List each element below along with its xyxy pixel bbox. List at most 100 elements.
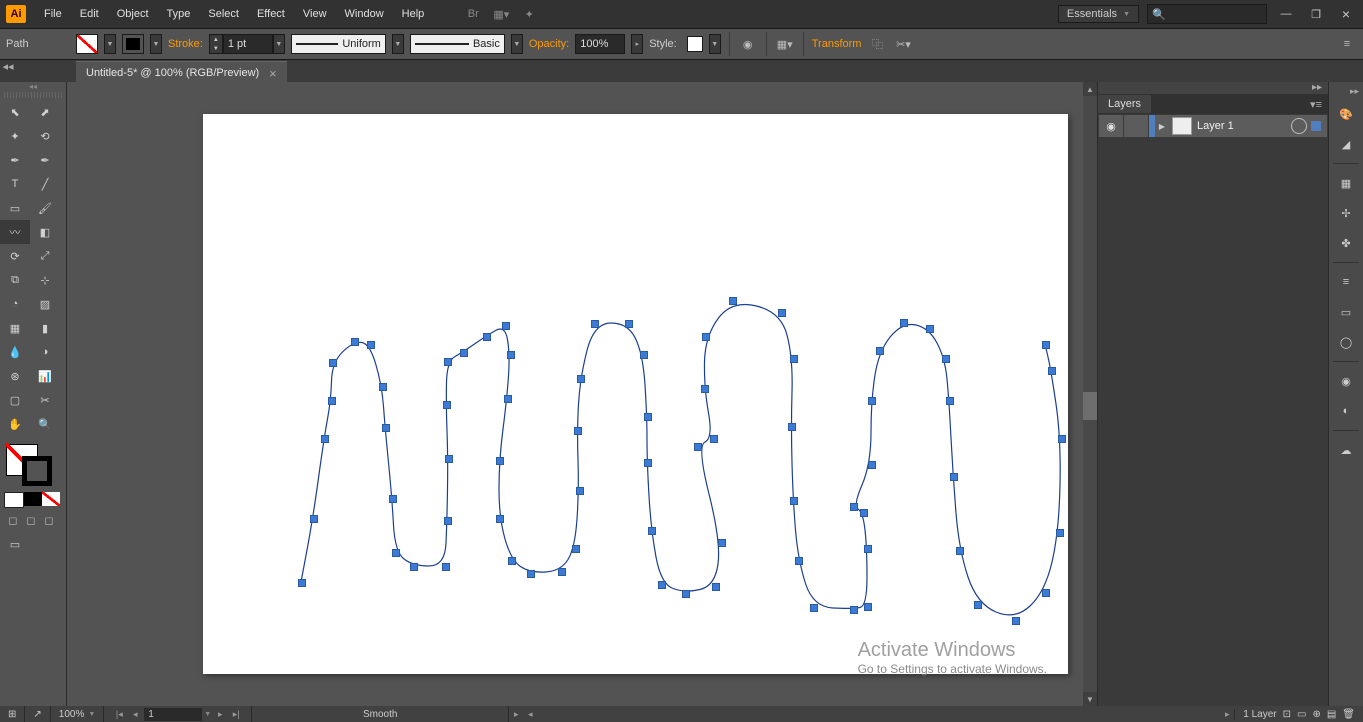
anchor-point[interactable] <box>1012 617 1020 625</box>
layer-expand-icon[interactable]: ▶ <box>1155 122 1169 131</box>
vertical-scrollbar-track[interactable] <box>1083 96 1097 692</box>
curvature-tool[interactable]: ✒ <box>30 148 60 172</box>
eyedropper-tool[interactable]: 💧 <box>0 340 30 364</box>
anchor-point[interactable] <box>1056 529 1064 537</box>
anchor-point[interactable] <box>790 497 798 505</box>
select-similar-icon[interactable]: ✂▾ <box>893 34 913 54</box>
selection-tool[interactable]: ⬉ <box>0 100 30 124</box>
column-graph-tool[interactable]: 📊 <box>30 364 60 388</box>
libraries-panel-icon[interactable]: ☁ <box>1333 437 1359 463</box>
blend-tool[interactable]: ◑ <box>30 340 60 364</box>
anchor-point[interactable] <box>483 333 491 341</box>
anchor-point[interactable] <box>351 338 359 346</box>
new-layer-icon[interactable]: ▤ <box>1327 709 1336 720</box>
anchor-point[interactable] <box>658 581 666 589</box>
stroke-dropdown[interactable]: ▼ <box>150 34 162 54</box>
delete-layer-icon[interactable]: 🗑 <box>1342 709 1355 720</box>
anchor-point[interactable] <box>1042 589 1050 597</box>
anchor-point[interactable] <box>860 509 868 517</box>
smooth-tool[interactable]: 〰 <box>0 220 30 244</box>
anchor-point[interactable] <box>328 397 336 405</box>
close-button[interactable]: × <box>1335 7 1357 21</box>
anchor-point[interactable] <box>682 590 690 598</box>
gradient-tool[interactable]: ▮ <box>30 316 60 340</box>
anchor-point[interactable] <box>795 557 803 565</box>
gpu-preview-icon[interactable]: ✦ <box>520 5 538 23</box>
anchor-point[interactable] <box>788 423 796 431</box>
fill-dropdown[interactable]: ▼ <box>104 34 116 54</box>
anchor-point[interactable] <box>694 443 702 451</box>
anchor-point[interactable] <box>868 397 876 405</box>
draw-normal-icon[interactable]: ◻ <box>4 512 22 528</box>
anchor-point[interactable] <box>527 570 535 578</box>
recolor-artwork-icon[interactable]: ◉ <box>738 34 758 54</box>
visibility-toggle-icon[interactable]: ◉ <box>1099 115 1124 137</box>
profile-dropdown[interactable]: ▼ <box>392 34 404 54</box>
hand-tool[interactable]: ✋ <box>0 412 30 436</box>
current-tool-display[interactable]: Smooth <box>252 706 509 722</box>
stroke-indicator[interactable] <box>22 456 52 486</box>
anchor-point[interactable] <box>574 427 582 435</box>
make-clipping-mask-icon[interactable]: ▭ <box>1297 709 1306 720</box>
anchor-point[interactable] <box>445 455 453 463</box>
anchor-point[interactable] <box>956 547 964 555</box>
status-scroll-right-icon[interactable]: ▸ <box>509 707 523 721</box>
transform-label[interactable]: Transform <box>812 38 862 50</box>
menu-help[interactable]: Help <box>394 4 433 24</box>
anchor-point[interactable] <box>710 435 718 443</box>
gradient-mode-icon[interactable] <box>24 492 42 506</box>
free-transform-tool[interactable]: ⊹ <box>30 268 60 292</box>
panel-menu-icon[interactable]: ▾≡ <box>1304 98 1328 111</box>
anchor-point[interactable] <box>946 397 954 405</box>
anchor-point[interactable] <box>926 325 934 333</box>
menu-select[interactable]: Select <box>200 4 247 24</box>
anchor-point[interactable] <box>778 309 786 317</box>
document-tab[interactable]: Untitled-5* @ 100% (RGB/Preview) × <box>76 61 287 84</box>
artboard[interactable] <box>203 114 1068 674</box>
artboard-tool[interactable]: ▢ <box>0 388 30 412</box>
anchor-point[interactable] <box>558 568 566 576</box>
rotate-tool[interactable]: ⟳ <box>0 244 30 268</box>
anchor-point[interactable] <box>389 495 397 503</box>
target-icon[interactable] <box>1291 118 1307 134</box>
anchor-point[interactable] <box>392 549 400 557</box>
line-segment-tool[interactable]: ╱ <box>30 172 60 196</box>
gradient-panel-icon[interactable]: ▭ <box>1333 299 1359 325</box>
minimize-button[interactable]: — <box>1275 7 1297 21</box>
anchor-point[interactable] <box>876 347 884 355</box>
anchor-point[interactable] <box>950 473 958 481</box>
last-artboard-icon[interactable]: ▸| <box>229 707 243 721</box>
eraser-tool[interactable]: ◧ <box>30 220 60 244</box>
scroll-up-icon[interactable]: ▲ <box>1083 82 1097 96</box>
align-icon[interactable]: ▦▾ <box>775 34 795 54</box>
status-icon-1[interactable]: ⊞ <box>0 706 25 722</box>
anchor-point[interactable] <box>864 545 872 553</box>
anchor-point[interactable] <box>321 435 329 443</box>
anchor-point[interactable] <box>576 487 584 495</box>
artboard-number-input[interactable]: 1 <box>144 708 202 721</box>
toolbox-drag-handle[interactable] <box>4 92 62 98</box>
menu-view[interactable]: View <box>295 4 335 24</box>
new-sublayer-icon[interactable]: ⊕ <box>1312 709 1320 720</box>
next-artboard-icon[interactable]: ▸ <box>213 707 227 721</box>
stroke-panel-icon[interactable]: ≡ <box>1333 269 1359 295</box>
brush-definition[interactable]: Basic <box>410 34 505 54</box>
stroke-weight-input[interactable]: 1 pt <box>223 34 273 54</box>
rectangle-tool[interactable]: ▭ <box>0 196 30 220</box>
layer-row[interactable]: ◉ ▶ Layer 1 <box>1098 114 1328 138</box>
menu-effect[interactable]: Effect <box>249 4 293 24</box>
menu-file[interactable]: File <box>36 4 70 24</box>
anchor-point[interactable] <box>810 604 818 612</box>
swatches-panel-icon[interactable]: ▦ <box>1333 170 1359 196</box>
anchor-point[interactable] <box>864 603 872 611</box>
search-input[interactable]: 🔍 <box>1147 4 1267 24</box>
locate-object-icon[interactable]: ⊡ <box>1283 709 1291 720</box>
anchor-point[interactable] <box>504 395 512 403</box>
menu-type[interactable]: Type <box>159 4 199 24</box>
anchor-point[interactable] <box>508 557 516 565</box>
anchor-point[interactable] <box>1048 367 1056 375</box>
color-panel-icon[interactable]: 🎨 <box>1333 101 1359 127</box>
color-guide-panel-icon[interactable]: ◢ <box>1333 131 1359 157</box>
anchor-point[interactable] <box>460 349 468 357</box>
graphic-style-swatch[interactable] <box>687 36 703 52</box>
